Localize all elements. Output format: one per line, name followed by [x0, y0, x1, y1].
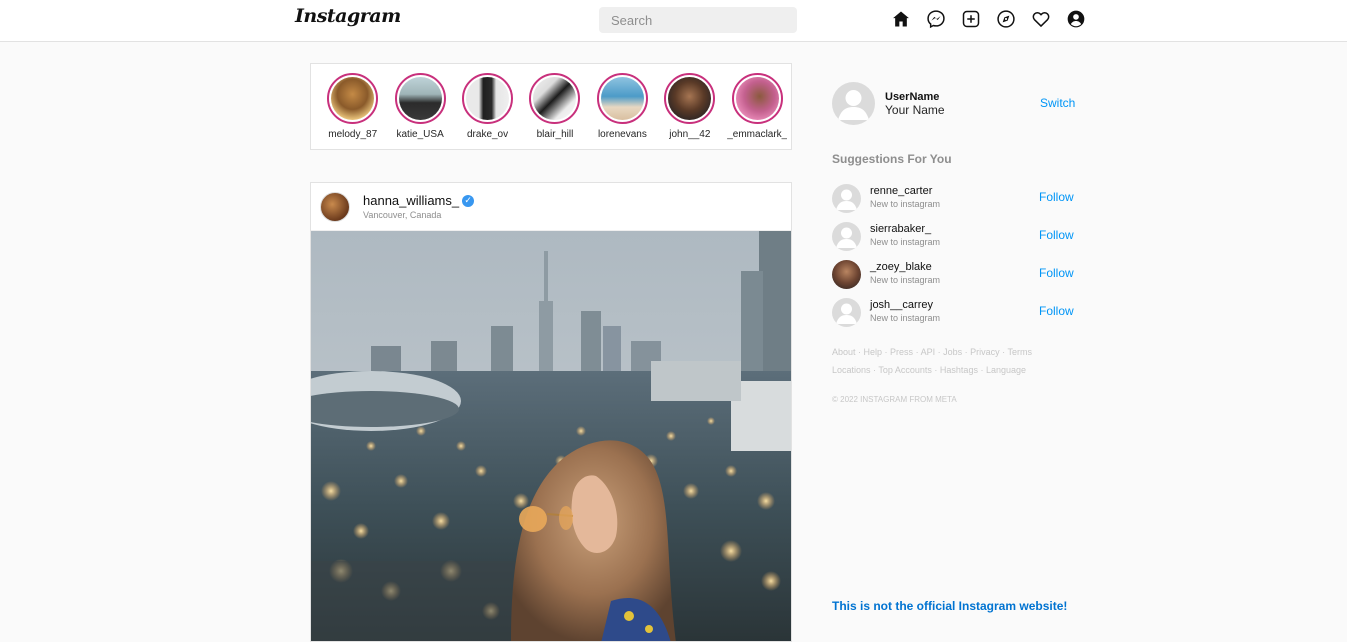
story-avatar: [533, 77, 577, 120]
story-ring: [394, 73, 446, 124]
footer-links-line-1: About · Help · Press · API · Jobs · Priv…: [832, 347, 1032, 357]
story-avatar: [466, 77, 510, 120]
footer-link-press[interactable]: Press: [890, 347, 913, 357]
post-author-username[interactable]: hanna_williams_: [363, 193, 459, 208]
story-item[interactable]: drake_ov: [454, 64, 521, 149]
story-username: melody_87: [328, 129, 378, 140]
current-fullname: Your Name: [885, 103, 945, 117]
post-author[interactable]: hanna_williams_ ✓: [363, 193, 475, 208]
instagram-logo[interactable]: Instagram: [295, 5, 401, 27]
activity-heart-icon[interactable]: [1030, 8, 1052, 30]
story-username: drake_ov: [466, 129, 509, 140]
story-username: katie_USA: [396, 129, 444, 140]
suggestion-avatar[interactable]: [832, 298, 861, 327]
story-item[interactable]: lorenevans: [589, 64, 656, 149]
suggestion-username[interactable]: renne_carter: [870, 185, 932, 197]
suggestion-item: josh__carrey New to instagram Follow: [832, 297, 1077, 335]
story-ring: [462, 73, 514, 124]
footer-link-terms[interactable]: Terms: [1007, 347, 1032, 357]
verified-badge-icon: ✓: [462, 194, 475, 207]
feed-post: hanna_williams_ ✓ Vancouver, Canada: [310, 182, 792, 642]
suggestion-username[interactable]: sierrabaker_: [870, 223, 931, 235]
suggestion-item: _zoey_blake New to instagram Follow: [832, 259, 1077, 297]
suggestion-subtitle: New to instagram: [870, 199, 941, 209]
footer-link-hashtags[interactable]: Hashtags: [940, 365, 978, 375]
switch-account-button[interactable]: Switch: [1040, 96, 1075, 110]
story-username: blair_hill: [536, 129, 574, 140]
nav-icons: [890, 8, 1087, 30]
footer-link-top-accounts[interactable]: Top Accounts: [878, 365, 932, 375]
story-ring: [664, 73, 716, 124]
suggestion-avatar[interactable]: [832, 222, 861, 251]
suggestions-title: Suggestions For You: [832, 152, 952, 166]
story-item[interactable]: john__42: [656, 64, 723, 149]
messenger-icon[interactable]: [925, 8, 947, 30]
suggestion-avatar[interactable]: [832, 260, 861, 289]
new-post-icon[interactable]: [960, 8, 982, 30]
footer-links-line-2: Locations · Top Accounts · Hashtags · La…: [832, 365, 1026, 375]
footer-link-api[interactable]: API: [921, 347, 936, 357]
follow-button[interactable]: Follow: [1039, 266, 1074, 280]
story-item[interactable]: _emmaclark_: [724, 64, 791, 149]
footer-link-jobs[interactable]: Jobs: [943, 347, 962, 357]
story-item[interactable]: katie_USA: [386, 64, 453, 149]
story-ring: [327, 73, 379, 124]
follow-button[interactable]: Follow: [1039, 228, 1074, 242]
follow-button[interactable]: Follow: [1039, 304, 1074, 318]
disclaimer-link[interactable]: This is not the official Instagram websi…: [832, 599, 1067, 613]
footer-link-help[interactable]: Help: [864, 347, 883, 357]
story-username: _emmaclark_: [727, 129, 788, 140]
story-avatar: [600, 77, 644, 120]
stories-tray: melody_87 katie_USA drake_ov blair_hill …: [310, 63, 792, 150]
footer-link-language[interactable]: Language: [986, 365, 1026, 375]
suggestion-username[interactable]: josh__carrey: [870, 299, 933, 311]
suggestion-item: renne_carter New to instagram Follow: [832, 183, 1077, 221]
suggestions-list: renne_carter New to instagram Follow sie…: [832, 183, 1077, 335]
post-photo[interactable]: [311, 231, 791, 641]
story-ring: [596, 73, 648, 124]
suggestion-subtitle: New to instagram: [870, 237, 941, 247]
current-user-avatar[interactable]: [832, 82, 875, 125]
story-avatar: [398, 77, 442, 120]
current-username[interactable]: UserName: [885, 91, 939, 103]
copyright: © 2022 INSTAGRAM FROM META: [832, 395, 957, 404]
story-avatar: [735, 77, 779, 120]
story-username: lorenevans: [597, 129, 647, 140]
follow-button[interactable]: Follow: [1039, 190, 1074, 204]
story-item[interactable]: melody_87: [319, 64, 386, 149]
post-header: hanna_williams_ ✓ Vancouver, Canada: [311, 183, 791, 231]
profile-icon[interactable]: [1065, 8, 1087, 30]
footer-link-locations[interactable]: Locations: [832, 365, 871, 375]
story-ring: [529, 73, 581, 124]
suggestion-username[interactable]: _zoey_blake: [870, 261, 932, 273]
explore-icon[interactable]: [995, 8, 1017, 30]
suggestion-item: sierrabaker_ New to instagram Follow: [832, 221, 1077, 259]
story-item[interactable]: blair_hill: [521, 64, 588, 149]
footer-links: About · Help · Press · API · Jobs · Priv…: [832, 343, 1077, 379]
story-ring: [731, 73, 783, 124]
post-location[interactable]: Vancouver, Canada: [363, 210, 441, 220]
footer-link-about[interactable]: About: [832, 347, 856, 357]
story-avatar: [331, 77, 375, 120]
search-input[interactable]: [599, 7, 797, 33]
footer-link-privacy[interactable]: Privacy: [970, 347, 1000, 357]
suggestion-avatar[interactable]: [832, 184, 861, 213]
post-photo-city-scene: [311, 231, 791, 641]
post-author-avatar[interactable]: [320, 192, 350, 222]
top-navigation-bar: Instagram: [0, 0, 1347, 42]
home-icon[interactable]: [890, 8, 912, 30]
story-username: john__42: [669, 129, 711, 140]
suggestion-subtitle: New to instagram: [870, 313, 941, 323]
story-avatar: [668, 77, 712, 120]
suggestion-subtitle: New to instagram: [870, 275, 941, 285]
